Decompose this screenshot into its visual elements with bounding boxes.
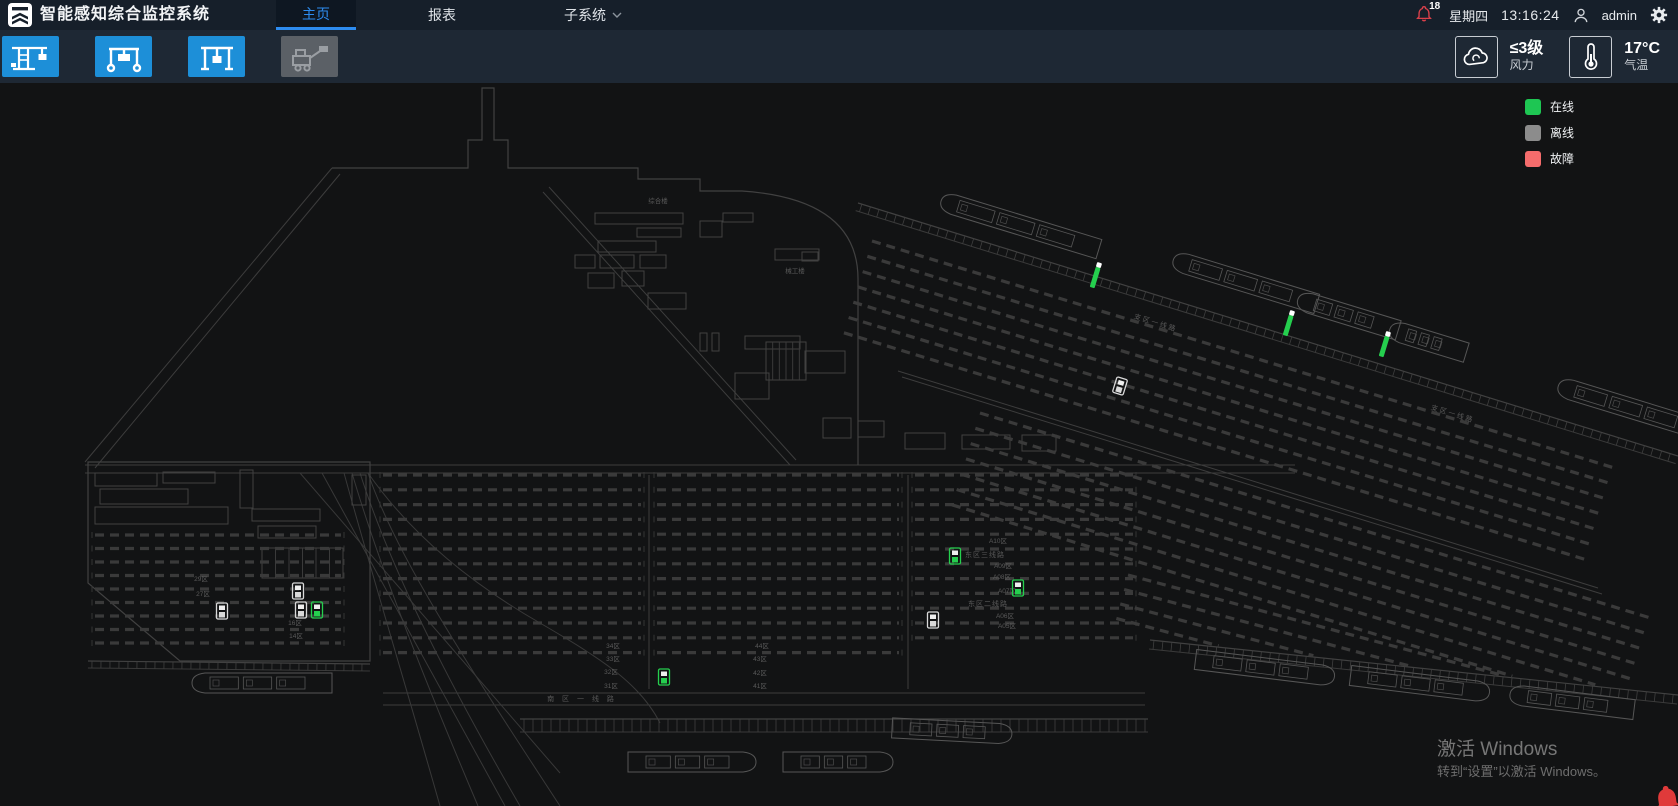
rmg-crane-icon: [195, 41, 239, 73]
cloud-icon: [1462, 45, 1490, 69]
rmg-crane-button[interactable]: [188, 36, 245, 77]
ship-outline: [1349, 666, 1490, 703]
wind-box: [1455, 36, 1498, 78]
svg-text:A08区: A08区: [993, 573, 1012, 581]
username-text: admin: [1602, 8, 1637, 23]
user-icon: [1573, 7, 1589, 24]
ship-outline: [1509, 684, 1636, 719]
port-map[interactable]: 综合楼械工楼支区一线路支区一线路东区三线路东区二线路A10区A09区A08区A0…: [0, 83, 1678, 806]
temp-value: 17°C: [1624, 40, 1660, 58]
tab-subsystems[interactable]: 子系统: [538, 0, 648, 30]
svg-text:31区: 31区: [604, 682, 618, 690]
svg-text:44区: 44区: [755, 642, 769, 650]
offline-label: 离线: [1550, 124, 1574, 141]
tab-home[interactable]: 主页: [276, 0, 356, 30]
svg-text:械工楼: 械工楼: [785, 266, 805, 275]
offline-swatch: [1525, 125, 1541, 141]
notification-bell[interactable]: 18: [1416, 5, 1436, 25]
legend-offline: 离线: [1525, 124, 1574, 141]
tab-home-label: 主页: [302, 2, 330, 26]
ship-outline: [783, 752, 893, 772]
top-navbar: 智能感知综合监控系统 主页 报表 子系统 18 星期四 13:16:24: [0, 0, 1678, 30]
corner-alarm-bell-icon: [1649, 781, 1678, 806]
svg-text:东区三线路: 东区三线路: [965, 550, 1005, 559]
tab-reports[interactable]: 报表: [402, 0, 482, 30]
svg-text:14区: 14区: [289, 632, 303, 640]
online-swatch: [1525, 99, 1541, 115]
svg-text:A06区: A06区: [996, 612, 1015, 620]
ship-outline: [892, 718, 1013, 744]
svg-text:29区: 29区: [194, 575, 208, 583]
equipment-marker-crane-online[interactable]: [1283, 310, 1295, 336]
svg-text:支区一线路: 支区一线路: [1133, 312, 1179, 334]
svg-text:34区: 34区: [606, 642, 620, 650]
weather-widget: ≤3级 风力 17°C 气温: [1455, 36, 1664, 78]
reach-stacker-button[interactable]: [281, 36, 338, 77]
page-title: 智能感知综合监控系统: [40, 0, 210, 30]
fault-swatch: [1525, 151, 1541, 167]
quay-crane-icon: [9, 41, 53, 73]
gear-icon[interactable]: [1650, 6, 1668, 24]
app-logo: [8, 3, 32, 27]
nav-tabs: 主页 报表 子系统: [276, 0, 648, 30]
svg-text:A09区: A09区: [994, 562, 1013, 570]
equipment-marker-truck-offline[interactable]: [1112, 377, 1127, 396]
ship-outline: [192, 673, 332, 693]
rtg-crane-button[interactable]: [95, 36, 152, 77]
svg-text:42区: 42区: [753, 669, 767, 677]
equipment-marker-truck-online[interactable]: [659, 669, 670, 685]
svg-text:A05区: A05区: [998, 622, 1017, 630]
equipment-marker-truck-offline[interactable]: [293, 583, 304, 599]
ship-outline: [628, 752, 756, 772]
svg-text:33区: 33区: [606, 655, 620, 663]
svg-text:16区: 16区: [288, 619, 302, 627]
svg-text:27区: 27区: [196, 590, 210, 598]
notification-count: 18: [1429, 1, 1440, 12]
tab-subsystems-label: 子系统: [564, 2, 606, 29]
temp-label: 气温: [1624, 58, 1660, 73]
svg-text:32区: 32区: [604, 668, 618, 676]
temp-box: [1569, 36, 1612, 78]
legend-online: 在线: [1525, 98, 1574, 115]
rtg-crane-icon: [102, 41, 146, 73]
online-label: 在线: [1550, 98, 1574, 115]
fault-label: 故障: [1550, 150, 1574, 167]
equipment-marker-truck-offline[interactable]: [928, 612, 939, 628]
svg-text:41区: 41区: [753, 682, 767, 690]
svg-text:东区二线路: 东区二线路: [968, 599, 1008, 608]
svg-text:综合楼: 综合楼: [648, 196, 668, 205]
svg-text:南 区 一 线 路: 南 区 一 线 路: [547, 694, 617, 703]
clock-text: 13:16:24: [1501, 7, 1560, 23]
wind-label: 风力: [1510, 58, 1544, 73]
tab-reports-label: 报表: [428, 2, 456, 29]
ship-outline: [938, 191, 1102, 258]
port-map-area: 综合楼械工楼支区一线路支区一线路东区三线路东区二线路A10区A09区A08区A0…: [0, 83, 1678, 806]
weekday-text: 星期四: [1449, 6, 1488, 25]
chevron-down-icon: [612, 12, 622, 18]
svg-text:43区: 43区: [753, 655, 767, 663]
reach-stacker-icon: [288, 41, 332, 73]
status-legend: 在线 离线 故障: [1525, 98, 1574, 167]
equipment-toolbar: ≤3级 风力 17°C 气温: [0, 30, 1678, 83]
quay-crane-button[interactable]: [2, 36, 59, 77]
svg-text:A07区: A07区: [998, 587, 1017, 595]
svg-text:A10区: A10区: [989, 537, 1008, 545]
thermometer-icon: [1581, 43, 1601, 71]
ship-outline: [1295, 290, 1401, 340]
wind-value: ≤3级: [1510, 40, 1544, 58]
legend-fault: 故障: [1525, 150, 1574, 167]
